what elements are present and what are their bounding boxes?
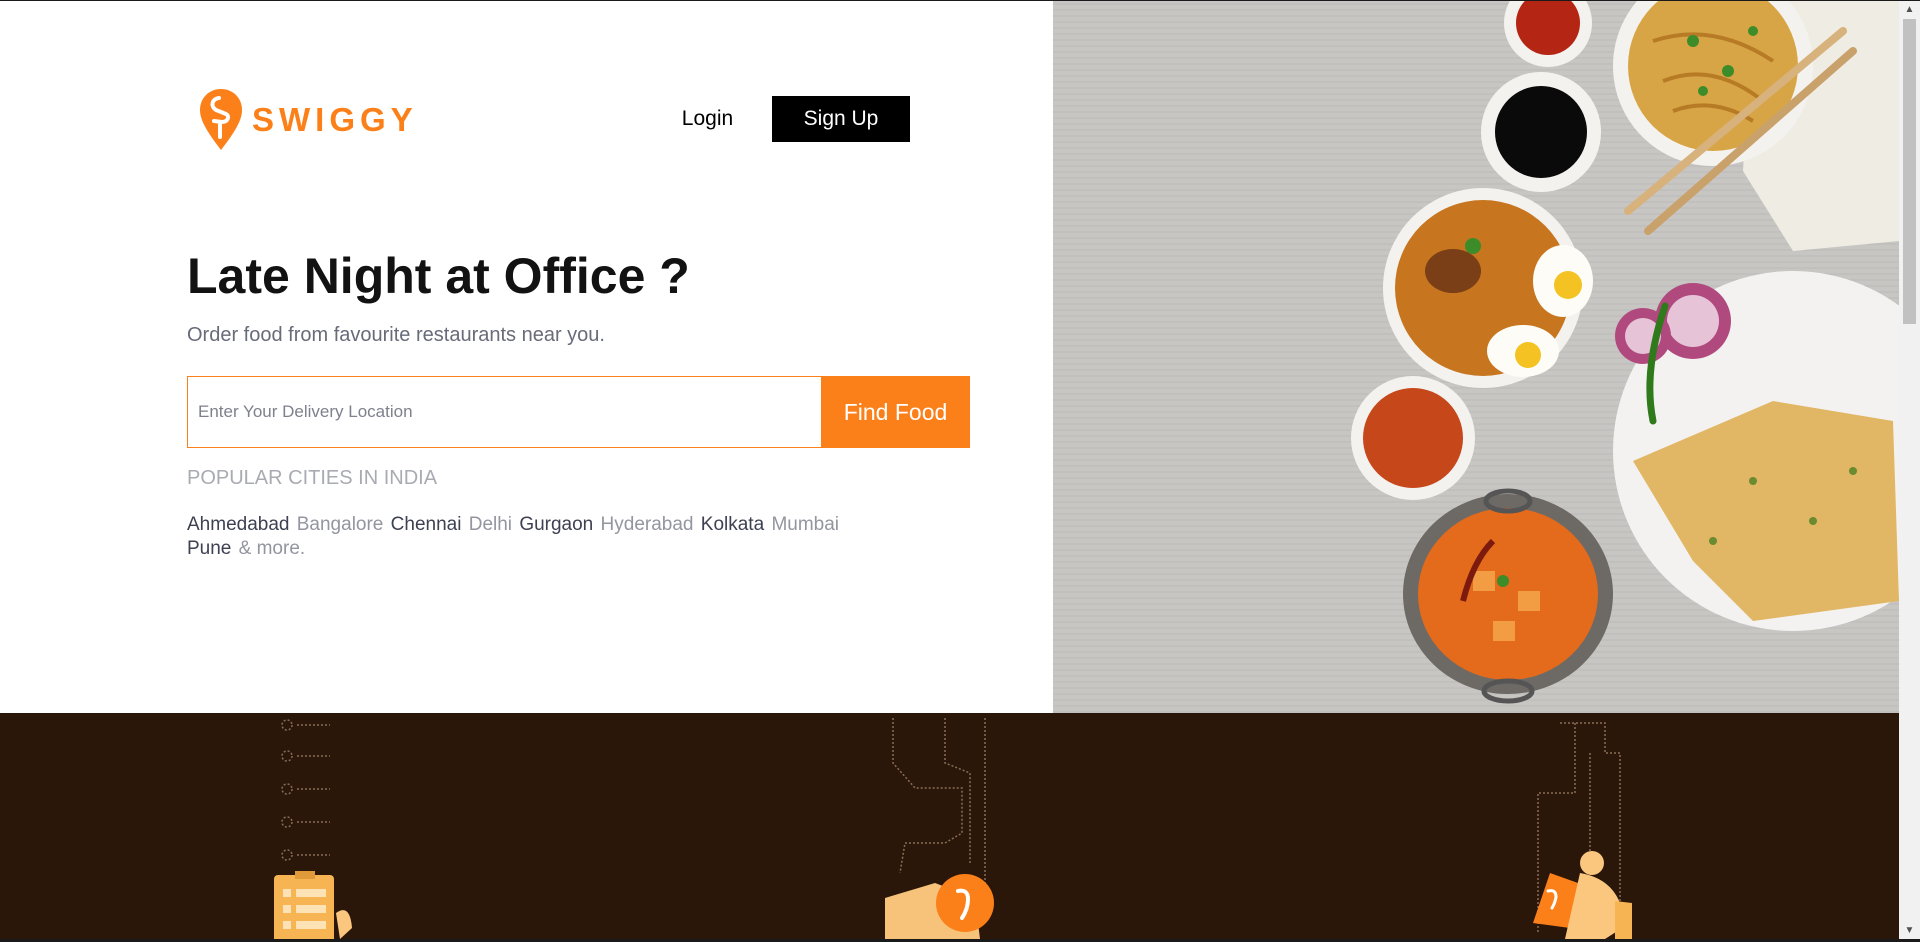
city-link-bangalore[interactable]: Bangalore: [297, 514, 384, 535]
features-band: [0, 713, 1899, 939]
location-search: Find Food: [187, 376, 970, 448]
signup-button[interactable]: Sign Up: [772, 96, 910, 142]
popular-cities-list: Ahmedabad Bangalore Chennai Delhi Gurgao…: [187, 513, 887, 561]
scrollbar-thumb[interactable]: [1903, 19, 1916, 324]
popular-cities-label: POPULAR CITIES IN INDIA: [187, 467, 438, 489]
hero-headline: Late Night at Office ?: [187, 248, 690, 304]
hero-subheadline: Order food from favourite restaurants ne…: [187, 324, 605, 346]
hero-left-panel: SWIGGY Login Sign Up Late Night at Offic…: [0, 1, 1053, 713]
city-link-pune[interactable]: Pune: [187, 538, 231, 559]
city-link-ahmedabad[interactable]: Ahmedabad: [187, 514, 289, 535]
city-link-mumbai[interactable]: Mumbai: [771, 514, 839, 535]
city-link-chennai[interactable]: Chennai: [391, 514, 462, 535]
delivery-rider-icon: [1533, 851, 1632, 939]
city-link-kolkata[interactable]: Kolkata: [701, 514, 764, 535]
location-pin-icon: [885, 874, 994, 939]
brand-logo[interactable]: SWIGGY: [200, 89, 418, 151]
scroll-up-icon[interactable]: ▲: [1899, 1, 1920, 18]
food-spread-illustration: [1053, 1, 1899, 713]
order-list-icon: [274, 871, 352, 939]
city-link-delhi[interactable]: Delhi: [469, 514, 512, 535]
swiggy-logo-icon: [200, 89, 242, 150]
hero-food-image: [1053, 1, 1899, 713]
city-link-gurgaon[interactable]: Gurgaon: [519, 514, 593, 535]
scroll-down-icon[interactable]: ▼: [1899, 922, 1920, 939]
find-food-button[interactable]: Find Food: [821, 376, 970, 448]
features-illustrations: [274, 718, 1632, 939]
page-scrollbar[interactable]: ▲ ▼: [1899, 1, 1920, 939]
login-button[interactable]: Login: [670, 96, 745, 142]
brand-name: SWIGGY: [252, 101, 418, 138]
more-cities-link[interactable]: & more.: [239, 538, 306, 559]
city-link-hyderabad[interactable]: Hyderabad: [601, 514, 694, 535]
delivery-location-input[interactable]: [187, 376, 821, 448]
